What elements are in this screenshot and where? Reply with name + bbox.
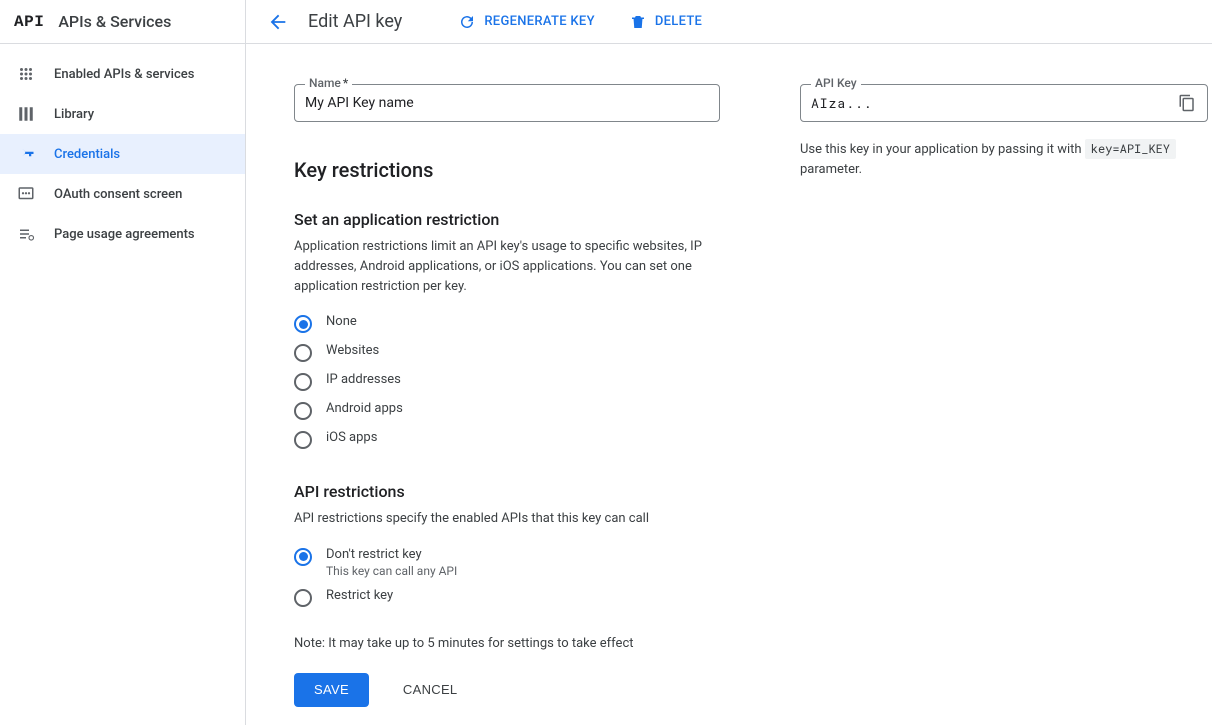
api-restriction-radio-group: Don't restrict key This key can call any… <box>294 546 720 608</box>
radio-app-none[interactable]: None <box>294 313 720 334</box>
save-button[interactable]: Save <box>294 673 369 707</box>
back-button[interactable] <box>266 10 290 34</box>
application-restriction-radio-group: None Websites IP addresses Android apps <box>294 313 720 450</box>
topbar: Edit API key Regenerate Key Delete <box>246 0 1212 44</box>
radio-icon <box>294 548 312 566</box>
regenerate-key-label: Regenerate Key <box>484 14 595 29</box>
radio-app-ios[interactable]: iOS apps <box>294 429 720 450</box>
radio-label: Android apps <box>326 401 403 416</box>
form-actions: Save Cancel <box>294 673 720 707</box>
main-area: Edit API key Regenerate Key Delete Name … <box>246 0 1212 725</box>
copy-api-key-button[interactable] <box>1177 93 1197 113</box>
sidebar-item-library[interactable]: Library <box>0 94 245 134</box>
library-icon <box>16 104 36 124</box>
radio-api-restrict[interactable]: Restrict key <box>294 587 720 608</box>
radio-app-android[interactable]: Android apps <box>294 400 720 421</box>
api-key-label: API Key <box>811 76 861 90</box>
radio-icon <box>294 589 312 607</box>
trash-icon <box>629 13 647 31</box>
copy-icon <box>1178 94 1196 112</box>
sidebar-item-page-usage-agreements[interactable]: Page usage agreements <box>0 214 245 254</box>
sidebar: API APIs & Services Enabled APIs & servi… <box>0 0 246 725</box>
radio-api-dont-restrict[interactable]: Don't restrict key This key can call any… <box>294 546 720 579</box>
arrow-left-icon <box>267 11 289 33</box>
name-input[interactable] <box>305 95 709 111</box>
sidebar-item-enabled-apis[interactable]: Enabled APIs & services <box>0 54 245 94</box>
key-restrictions-heading: Key restrictions <box>294 158 720 182</box>
sidebar-item-label: Page usage agreements <box>54 227 195 242</box>
page-title: Edit API key <box>308 11 402 32</box>
application-restriction-heading: Set an application restriction <box>294 210 720 229</box>
radio-label: None <box>326 314 357 329</box>
api-key-hint: Use this key in your application by pass… <box>800 140 1208 179</box>
radio-icon <box>294 315 312 333</box>
settings-delay-note: Note: It may take up to 5 minutes for se… <box>294 636 720 651</box>
radio-label: iOS apps <box>326 430 377 445</box>
refresh-icon <box>458 13 476 31</box>
agreements-icon <box>16 224 36 244</box>
product-logo: API <box>14 13 44 31</box>
api-restrictions-desc: API restrictions specify the enabled API… <box>294 509 702 529</box>
radio-icon <box>294 402 312 420</box>
sidebar-item-label: Library <box>54 107 94 122</box>
api-key-hint-code: key=API_KEY <box>1085 139 1176 159</box>
radio-app-ip[interactable]: IP addresses <box>294 371 720 392</box>
cancel-button[interactable]: Cancel <box>383 673 478 707</box>
radio-icon <box>294 431 312 449</box>
consent-icon <box>16 184 36 204</box>
delete-label: Delete <box>655 14 702 29</box>
key-icon <box>16 144 36 164</box>
radio-label: Websites <box>326 343 379 358</box>
name-field-label: Name * <box>305 76 352 90</box>
name-field[interactable]: Name * <box>294 84 720 122</box>
radio-label: Don't restrict key <box>326 547 457 562</box>
radio-sublabel: This key can call any API <box>326 564 457 578</box>
right-column: API Key AIza... Use this key in your app… <box>800 84 1208 179</box>
left-column: Name * Key restrictions Set an applicati… <box>294 84 720 707</box>
radio-app-websites[interactable]: Websites <box>294 342 720 363</box>
api-key-field: API Key AIza... <box>800 84 1208 122</box>
radio-label: IP addresses <box>326 372 401 387</box>
regenerate-key-button[interactable]: Regenerate Key <box>450 9 603 35</box>
sidebar-item-oauth-consent[interactable]: OAuth consent screen <box>0 174 245 214</box>
radio-label: Restrict key <box>326 588 393 603</box>
api-restrictions-heading: API restrictions <box>294 482 720 501</box>
sidebar-item-label: OAuth consent screen <box>54 187 182 202</box>
sidebar-header: API APIs & Services <box>0 0 245 44</box>
radio-icon <box>294 344 312 362</box>
grid-icon <box>16 64 36 84</box>
required-indicator: * <box>343 76 348 90</box>
sidebar-nav: Enabled APIs & services Library Credenti… <box>0 44 245 254</box>
delete-button[interactable]: Delete <box>621 9 710 35</box>
sidebar-item-credentials[interactable]: Credentials <box>0 134 245 174</box>
sidebar-item-label: Enabled APIs & services <box>54 67 194 82</box>
radio-icon <box>294 373 312 391</box>
product-title: APIs & Services <box>58 12 171 31</box>
application-restriction-desc: Application restrictions limit an API ke… <box>294 237 702 297</box>
api-key-value: AIza... <box>811 94 1177 112</box>
sidebar-item-label: Credentials <box>54 147 120 162</box>
